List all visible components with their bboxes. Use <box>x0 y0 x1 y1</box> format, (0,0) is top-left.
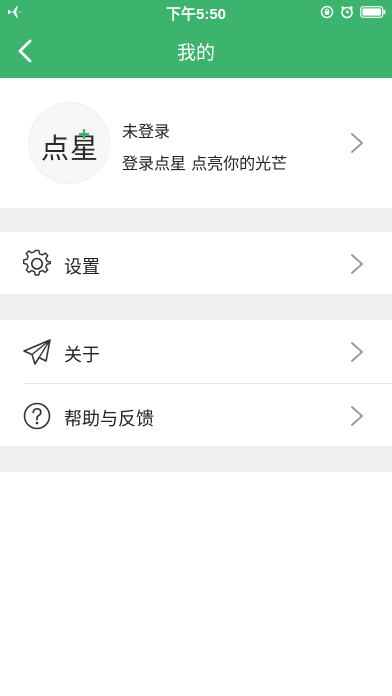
rotation-lock-icon <box>320 5 334 19</box>
settings-row[interactable]: 设置 <box>0 232 392 294</box>
about-label: 关于 <box>64 345 100 366</box>
chevron-right-icon <box>351 254 363 274</box>
help-feedback-row[interactable]: 帮助与反馈 <box>0 384 392 446</box>
status-icons <box>320 4 386 20</box>
question-circle-icon <box>23 402 51 430</box>
alarm-icon <box>340 5 354 19</box>
chevron-right-icon <box>351 406 363 426</box>
chevron-right-icon <box>351 133 363 153</box>
chevron-right-icon <box>351 342 363 362</box>
avatar: 点星 <box>28 102 110 184</box>
avatar-logo: 点星 <box>41 132 100 165</box>
about-row[interactable]: 关于 <box>0 320 392 382</box>
section-gap <box>0 446 392 472</box>
login-slogan: 登录点星 点亮你的光芒 <box>122 154 288 173</box>
paper-plane-icon <box>23 339 51 365</box>
login-status: 未登录 <box>122 122 171 141</box>
profile-card[interactable]: 点星 未登录 登录点星 点亮你的光芒 <box>0 78 392 208</box>
gear-icon <box>22 249 52 276</box>
battery-icon <box>360 6 386 18</box>
settings-label: 设置 <box>64 257 100 278</box>
nav-bar: 我的 <box>0 24 392 78</box>
page-title: 我的 <box>176 42 215 64</box>
status-bar: 下午5:50 <box>0 0 392 24</box>
section-gap <box>0 208 392 232</box>
section-gap <box>0 294 392 320</box>
help-feedback-label: 帮助与反馈 <box>64 409 154 430</box>
plus-icon <box>79 129 89 139</box>
